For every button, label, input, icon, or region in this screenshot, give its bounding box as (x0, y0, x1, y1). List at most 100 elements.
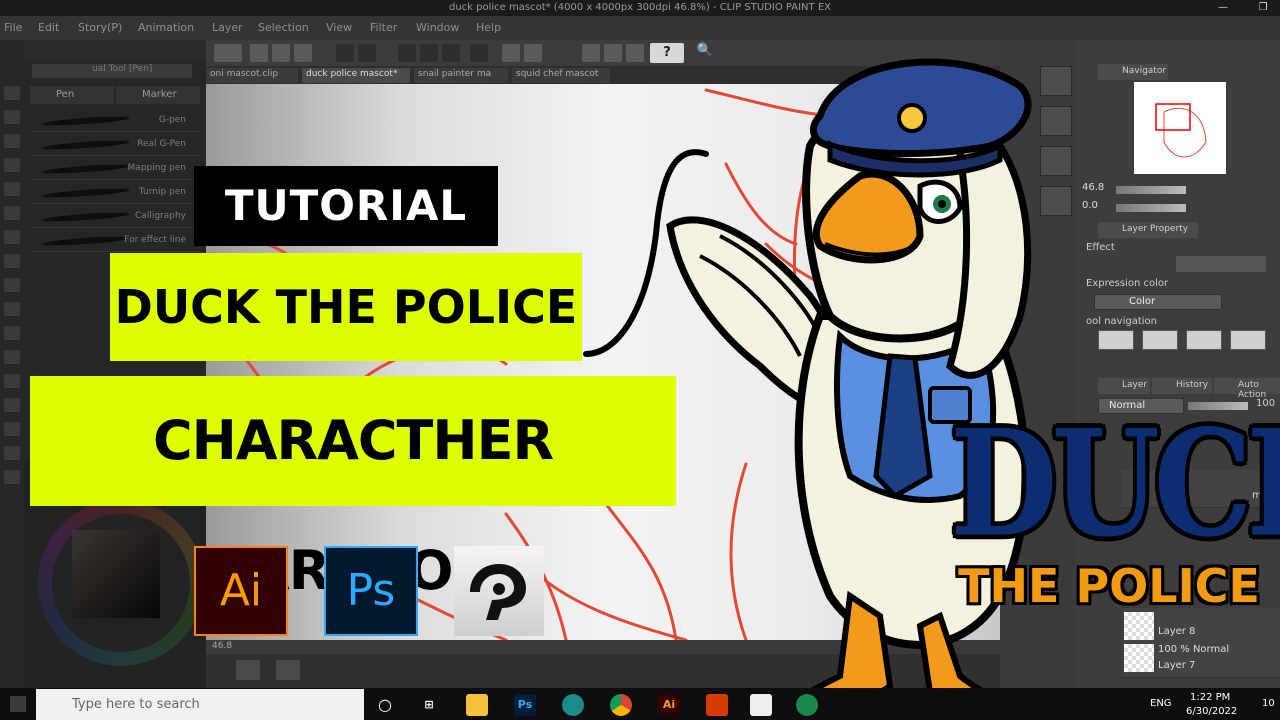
snap-ruler-icon[interactable] (582, 44, 600, 62)
figure-tool-icon[interactable] (4, 446, 20, 460)
navigator-zoom-readout: 46.8 (1082, 182, 1105, 193)
tool-nav-button-4[interactable] (1230, 330, 1266, 350)
move-tool-icon[interactable] (4, 110, 20, 124)
office-icon[interactable] (706, 694, 728, 716)
layer-row-7[interactable]: 100 % Normal Layer 7 (1122, 640, 1280, 678)
eraser-tool-icon[interactable] (4, 350, 20, 364)
brush-item-mapping-pen[interactable]: Mapping pen (32, 158, 200, 180)
fill-icon[interactable] (442, 44, 460, 62)
fill-tool-icon[interactable] (4, 398, 20, 412)
brush-item-calligraphy[interactable]: Calligraphy (32, 206, 200, 228)
chrome-profile-icon[interactable] (796, 694, 818, 716)
select-icon[interactable] (502, 44, 520, 62)
tab-squid-chef[interactable]: squid chef mascot (512, 68, 610, 83)
tab-marker[interactable]: Marker (116, 86, 200, 104)
tab-duck-police-mascot[interactable]: duck police mascot* (302, 68, 410, 83)
auto-select-icon[interactable] (4, 206, 20, 220)
menu-layer[interactable]: Layer (212, 21, 243, 34)
task-view-icon[interactable]: ⊞ (418, 694, 440, 716)
pen-tool-icon[interactable] (4, 254, 20, 268)
redo-icon[interactable] (358, 44, 376, 62)
expression-color-label: Expression color (1086, 278, 1169, 289)
tab-snail-painter[interactable]: snail painter ma (414, 68, 508, 83)
tab-navigator[interactable]: Navigator (1098, 64, 1168, 80)
brush-item-g-pen[interactable]: G-pen (32, 110, 200, 132)
menu-help[interactable]: Help (476, 21, 501, 34)
menu-animation[interactable]: Animation (138, 21, 194, 34)
menu-window[interactable]: Window (416, 21, 459, 34)
edge-icon[interactable] (562, 694, 584, 716)
brush-name: Turnip pen (138, 187, 186, 197)
tab-layer[interactable]: Layer (1098, 378, 1150, 394)
clock-date[interactable]: 6/30/2022 (1186, 706, 1237, 717)
menu-view[interactable]: View (326, 21, 352, 34)
brush-item-effect-line[interactable]: For effect line (32, 230, 200, 252)
blend-tool-icon[interactable] (4, 374, 20, 388)
notification-count[interactable]: 10 (1262, 698, 1275, 709)
layer-mode: 100 % Normal (1158, 644, 1230, 655)
screen: duck police mascot* (4000 x 4000px 300dp… (0, 0, 1280, 720)
camera-icon[interactable] (276, 660, 300, 680)
save-icon[interactable] (294, 44, 312, 62)
deselect-icon[interactable] (524, 44, 542, 62)
brush-item-real-g-pen[interactable]: Real G-Pen (32, 134, 200, 156)
clip-studio-taskbar-icon[interactable] (750, 694, 772, 716)
thumbnail-icon[interactable] (236, 660, 260, 680)
menu-selection[interactable]: Selection (258, 21, 309, 34)
tab-auto-action[interactable]: Auto Action (1214, 378, 1280, 400)
airbrush-tool-icon[interactable] (4, 326, 20, 340)
layer-name: Layer 8 (1158, 626, 1196, 637)
pencil-tool-icon[interactable] (4, 278, 20, 292)
clear-icon[interactable] (420, 44, 438, 62)
operation-tool-icon[interactable] (4, 134, 20, 148)
expression-color-dropdown[interactable]: Color (1094, 294, 1222, 310)
cortana-icon[interactable]: ○ (374, 694, 396, 716)
selection-tool-icon[interactable] (4, 182, 20, 196)
brush-name: Mapping pen (127, 163, 186, 173)
effect-buttons[interactable] (1176, 256, 1266, 272)
color-picker-square[interactable] (72, 530, 160, 618)
windows-start-icon[interactable] (10, 696, 26, 712)
chrome-icon[interactable] (610, 694, 632, 716)
open-file-icon[interactable] (272, 44, 290, 62)
move-layer-icon[interactable] (4, 158, 20, 172)
brush-item-turnip-pen[interactable]: Turnip pen (32, 182, 200, 204)
menu-story[interactable]: Story(P) (78, 21, 122, 34)
navigator-rotate-slider[interactable] (1116, 204, 1186, 212)
navigator-zoom-slider[interactable] (1116, 186, 1186, 194)
tool-nav-button-3[interactable] (1186, 330, 1222, 350)
brush-tool-icon[interactable] (4, 302, 20, 316)
clock-time[interactable]: 1:22 PM (1190, 692, 1230, 703)
tab-oni-mascot[interactable]: oni mascot.clip (206, 68, 298, 83)
eyedropper-icon[interactable] (4, 230, 20, 244)
menu-file[interactable]: File (4, 21, 22, 34)
zoom-tool-icon[interactable] (4, 86, 20, 100)
tool-nav-button-2[interactable] (1142, 330, 1178, 350)
minimize-button[interactable]: — (1208, 0, 1238, 16)
transform-icon[interactable] (398, 44, 416, 62)
illustrator-taskbar-icon[interactable]: Ai (658, 694, 680, 716)
photoshop-logo: Ps (324, 546, 418, 636)
text-tool-icon[interactable] (4, 470, 20, 484)
language-indicator[interactable]: ENG (1150, 698, 1172, 709)
brush-stroke-preview (41, 210, 131, 224)
menu-filter[interactable]: Filter (370, 21, 397, 34)
cut-icon[interactable] (470, 44, 488, 62)
undo-icon[interactable] (336, 44, 354, 62)
restore-button[interactable]: ❐ (1248, 0, 1278, 16)
taskbar-search-box[interactable]: Type here to search (36, 689, 364, 720)
menu-edit[interactable]: Edit (38, 21, 59, 34)
navigator-thumbnail[interactable] (1134, 82, 1226, 174)
brush-stroke-preview (41, 162, 131, 176)
file-explorer-icon[interactable] (466, 694, 488, 716)
photoshop-taskbar-icon[interactable]: Ps (514, 694, 536, 716)
title-line-character-cartoon: CHARACTHER CARTOON (30, 376, 676, 602)
tab-history[interactable]: History (1152, 378, 1212, 394)
clip-studio-icon[interactable] (214, 44, 242, 62)
gradient-tool-icon[interactable] (4, 422, 20, 436)
snap-grid-icon[interactable] (604, 44, 622, 62)
new-file-icon[interactable] (250, 44, 268, 62)
tab-layer-property[interactable]: Layer Property (1098, 222, 1198, 238)
tab-pen[interactable]: Pen (30, 86, 114, 104)
tool-nav-button-1[interactable] (1098, 330, 1134, 350)
